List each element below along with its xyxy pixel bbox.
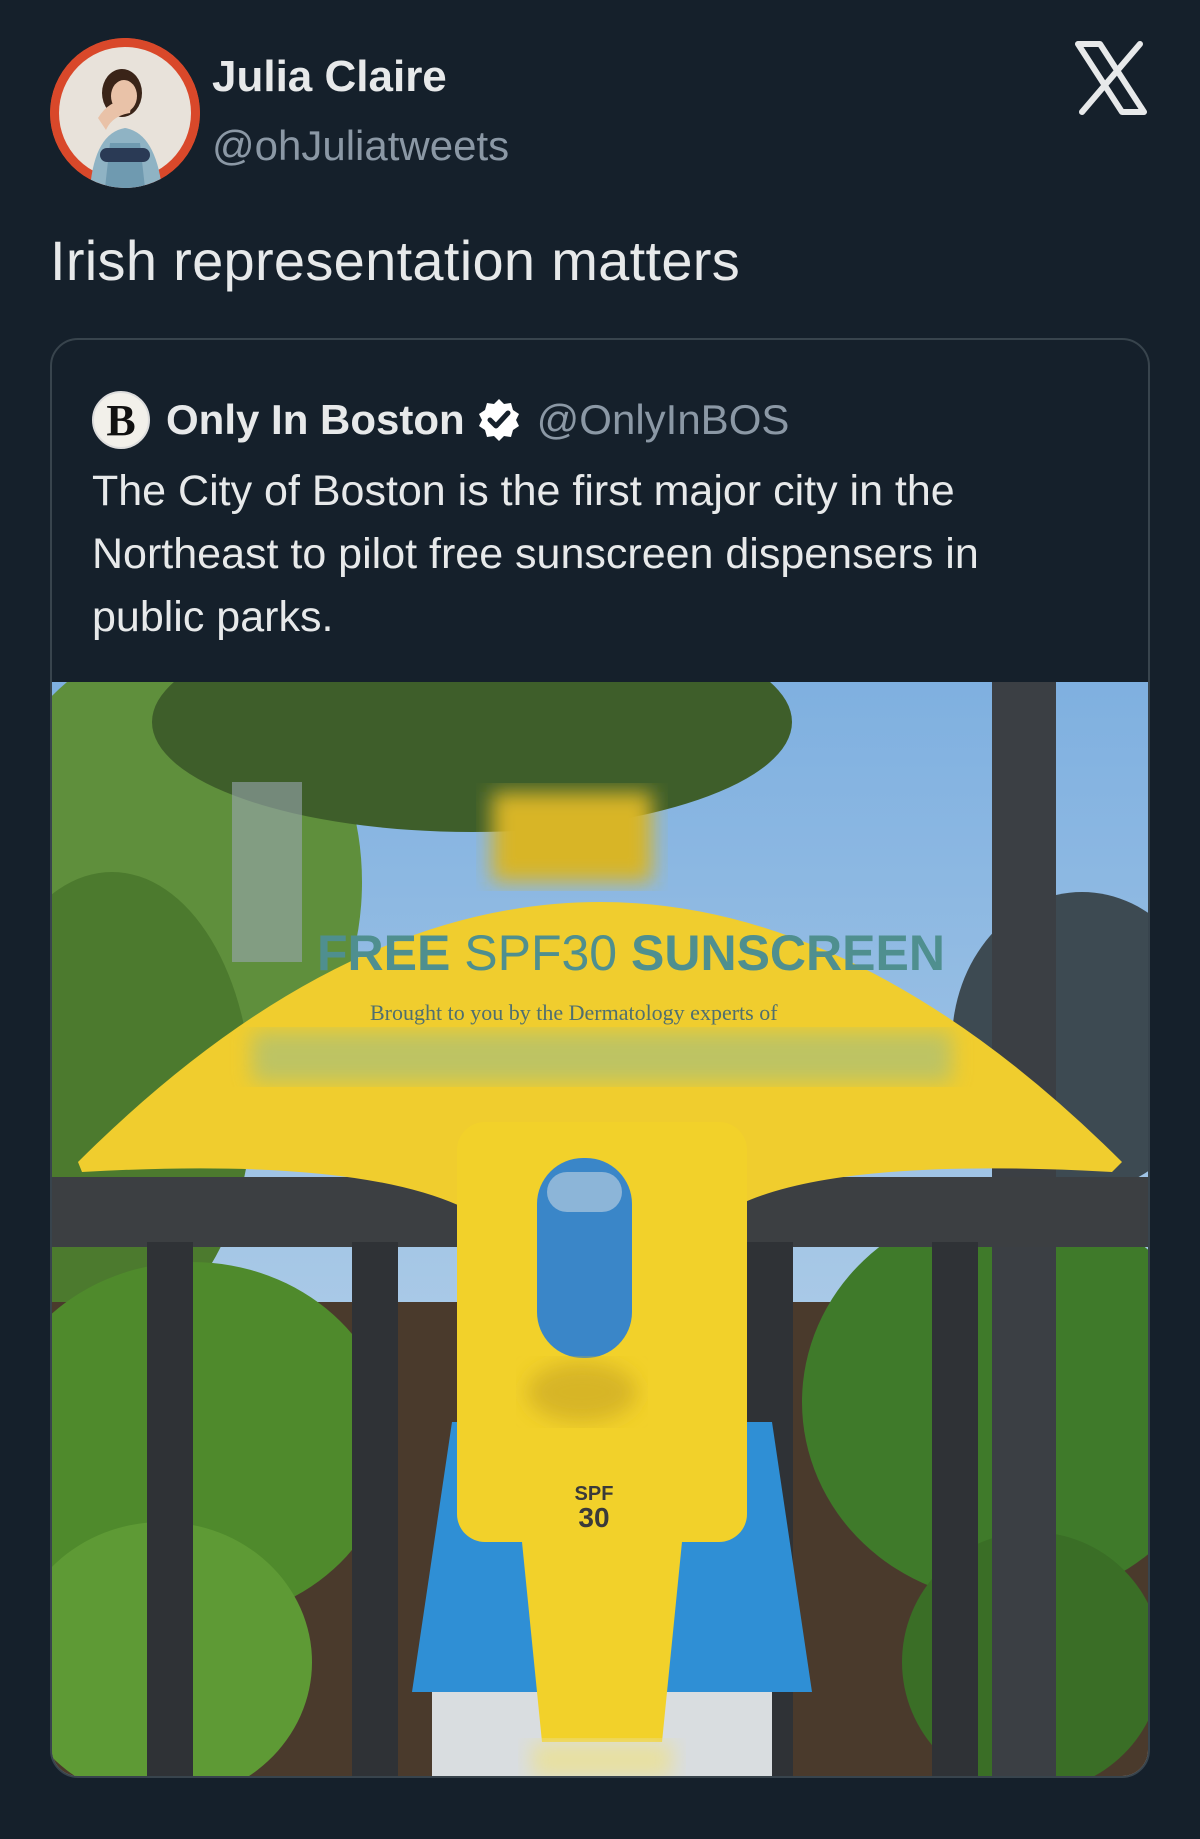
x-logo-icon[interactable] (1070, 38, 1150, 118)
quoted-post-header: B Only In Boston @OnlyInBOS (92, 388, 789, 452)
quoted-author-handle[interactable]: @OnlyInBOS (537, 396, 790, 444)
quoted-post-card[interactable]: B Only In Boston @OnlyInBOS The City of … (50, 338, 1150, 1778)
verified-badge-icon (478, 399, 519, 441)
sign-subtitle: Brought to you by the Dermatology expert… (370, 1000, 778, 1025)
sunscreen-dispenser-photo[interactable]: FREE SPF30 SUNSCREEN Brought to you by t… (52, 682, 1148, 1778)
quoted-author-name[interactable]: Only In Boston (166, 396, 465, 444)
tweet-text: Irish representation matters (50, 229, 741, 292)
sign-title: FREE SPF30 SUNSCREEN (317, 925, 945, 981)
author-avatar[interactable] (50, 38, 200, 188)
author-handle[interactable]: @ohJuliatweets (212, 122, 509, 170)
quoted-author-avatar[interactable]: B (92, 391, 150, 449)
spf-label-bottom: 30 (578, 1502, 609, 1533)
post-header: Julia Claire @ohJuliatweets (50, 38, 1150, 188)
quoted-post-text: The City of Boston is the first major ci… (92, 467, 979, 641)
author-name[interactable]: Julia Claire (212, 52, 447, 102)
avatar-photo (50, 38, 200, 188)
